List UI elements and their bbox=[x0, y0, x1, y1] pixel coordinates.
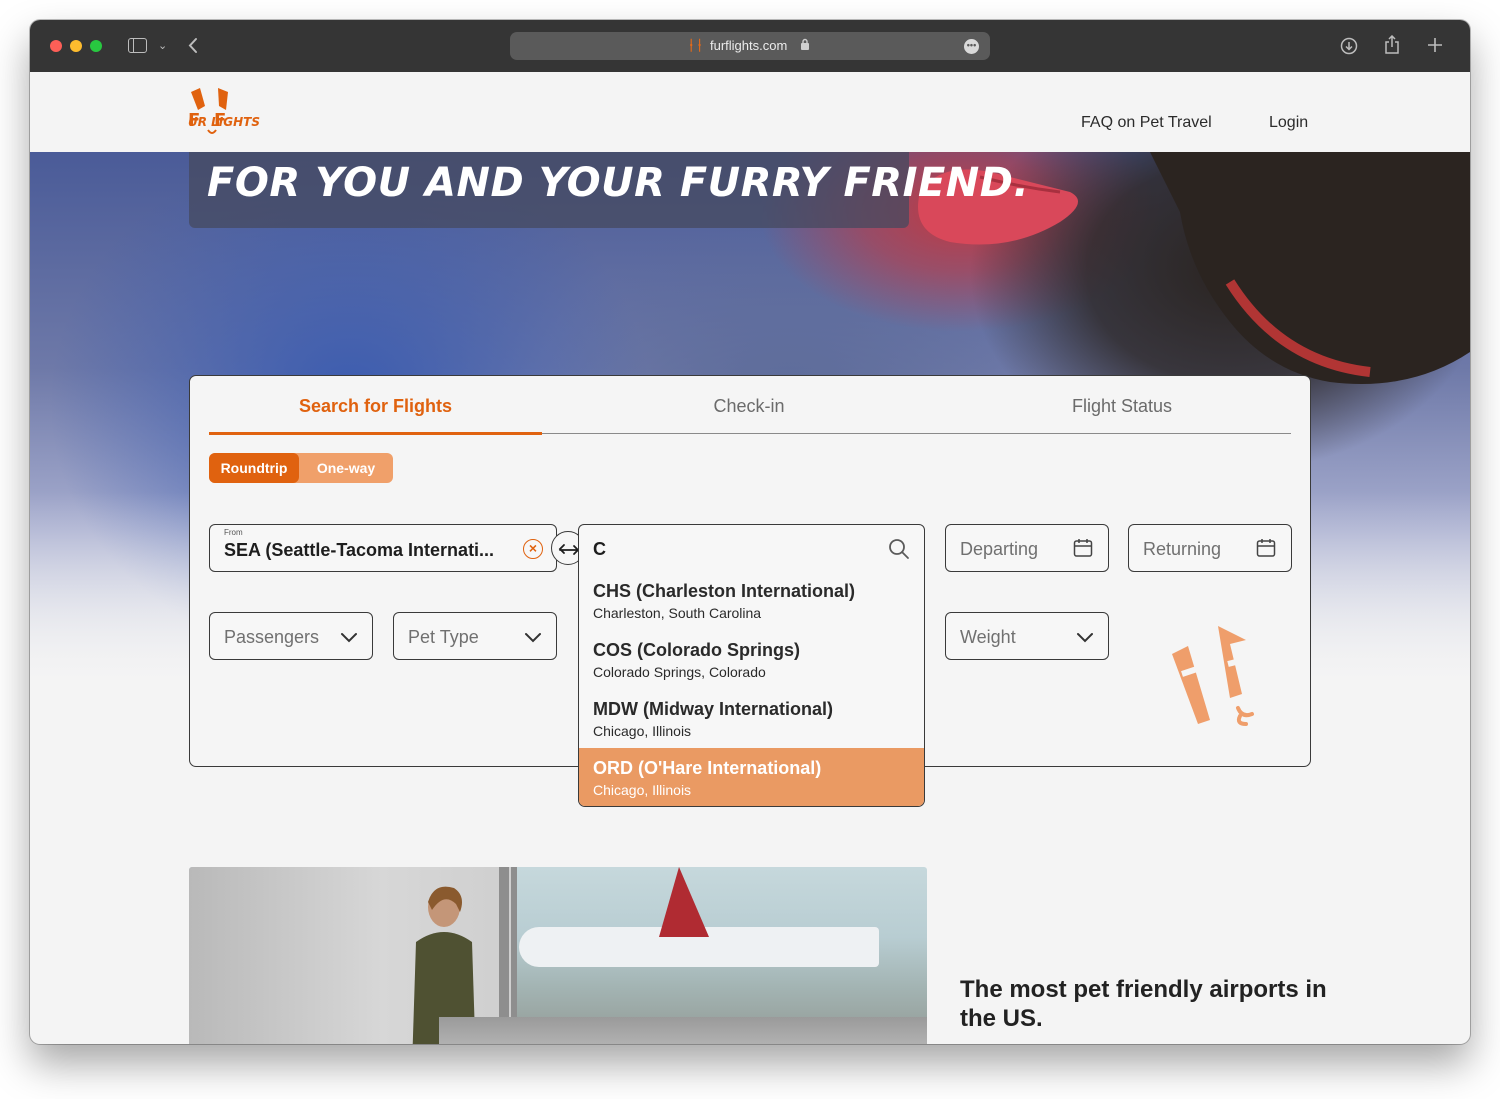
zoom-window-button[interactable] bbox=[90, 40, 102, 52]
tab-flight-status[interactable]: Flight Status bbox=[942, 396, 1302, 417]
chevron-down-icon bbox=[1077, 633, 1093, 643]
to-input-value: C bbox=[593, 539, 606, 559]
trip-type-toggle: Roundtrip One-way bbox=[209, 453, 393, 483]
tab-check-in[interactable]: Check-in bbox=[569, 396, 929, 417]
passengers-select[interactable]: Passengers bbox=[209, 612, 373, 660]
suggestion-city: Chicago, Illinois bbox=[593, 723, 692, 739]
one-way-option[interactable]: One-way bbox=[299, 453, 393, 483]
more-options-icon[interactable]: ••• bbox=[964, 39, 979, 54]
suggestion-item[interactable]: COS (Colorado Springs) Colorado Springs,… bbox=[579, 630, 924, 689]
browser-window: ⌄ ᚽᚽ furflights.com ••• UR LIGHTS F F FA… bbox=[30, 20, 1470, 1044]
suggestion-code: CHS (Charleston International) bbox=[593, 581, 856, 601]
airport-photo bbox=[189, 867, 927, 1044]
share-icon[interactable] bbox=[1384, 35, 1400, 55]
address-bar[interactable]: ᚽᚽ furflights.com ••• bbox=[510, 32, 990, 60]
suggestion-city: Chicago, Illinois bbox=[593, 782, 692, 798]
airport-suggestions-dropdown: CHS (Charleston International) Charlesto… bbox=[578, 571, 925, 807]
sidebar-toggle-icon[interactable] bbox=[128, 38, 147, 53]
weight-select[interactable]: Weight bbox=[945, 612, 1109, 660]
hero-banner: For you and your furry friend. bbox=[189, 152, 1029, 228]
search-tabs: Search for Flights Check-in Flight Statu… bbox=[209, 376, 1291, 435]
pet-type-select[interactable]: Pet Type bbox=[393, 612, 557, 660]
flight-search-card: Search for Flights Check-in Flight Statu… bbox=[189, 375, 1311, 807]
airplane-tail bbox=[659, 867, 709, 937]
minimize-window-button[interactable] bbox=[70, 40, 82, 52]
nav-faq-link[interactable]: FAQ on Pet Travel bbox=[1081, 114, 1212, 132]
url-text: furflights.com bbox=[710, 38, 788, 53]
departing-date-field[interactable]: Departing bbox=[945, 524, 1109, 572]
counter-shape bbox=[439, 1017, 927, 1044]
from-value: SEA (Seattle-Tacoma Internati... bbox=[224, 540, 495, 560]
suggestion-item[interactable]: CHS (Charleston International) Charlesto… bbox=[579, 571, 924, 630]
calendar-icon[interactable] bbox=[1256, 538, 1276, 558]
site-header: UR LIGHTS F F FAQ on Pet Travel Login bbox=[30, 72, 1470, 152]
site-favicon-icon: ᚽᚽ bbox=[687, 37, 704, 53]
chevron-down-icon bbox=[341, 633, 357, 643]
furflights-mascot-logo bbox=[1172, 626, 1254, 726]
back-arrow-icon[interactable] bbox=[188, 37, 198, 54]
weight-placeholder: Weight bbox=[960, 627, 1016, 647]
suggestion-code: ORD (O'Hare International) bbox=[593, 758, 822, 778]
hero-title: For you and your furry friend. bbox=[207, 160, 1030, 206]
to-airport-input[interactable]: C bbox=[578, 524, 925, 572]
chevron-down-icon[interactable]: ⌄ bbox=[158, 38, 167, 54]
pet-type-placeholder: Pet Type bbox=[408, 627, 479, 647]
new-tab-icon[interactable] bbox=[1428, 38, 1442, 52]
from-airport-field[interactable]: From SEA (Seattle-Tacoma Internati... × bbox=[209, 524, 557, 572]
lock-icon bbox=[801, 38, 809, 50]
returning-date-field[interactable]: Returning bbox=[1128, 524, 1292, 572]
departing-placeholder: Departing bbox=[960, 539, 1039, 559]
roundtrip-option[interactable]: Roundtrip bbox=[209, 453, 299, 483]
svg-text:F: F bbox=[214, 110, 226, 131]
furflights-logo[interactable]: UR LIGHTS F F bbox=[188, 86, 268, 138]
svg-text:F: F bbox=[188, 110, 200, 131]
chevron-down-icon bbox=[525, 633, 541, 643]
suggestion-city: Charleston, South Carolina bbox=[593, 605, 762, 621]
browser-toolbar: ⌄ ᚽᚽ furflights.com ••• bbox=[30, 20, 1470, 72]
suggestion-item-highlighted[interactable]: ORD (O'Hare International) Chicago, Illi… bbox=[579, 748, 924, 806]
suggestion-code: MDW (Midway International) bbox=[593, 699, 833, 719]
suggestion-item[interactable]: MDW (Midway International) Chicago, Illi… bbox=[579, 689, 924, 748]
returning-placeholder: Returning bbox=[1143, 539, 1222, 559]
tab-search-flights[interactable]: Search for Flights bbox=[209, 396, 542, 417]
close-window-button[interactable] bbox=[50, 40, 62, 52]
calendar-icon[interactable] bbox=[1073, 538, 1093, 558]
passengers-placeholder: Passengers bbox=[224, 627, 320, 647]
dog-illustration bbox=[1150, 152, 1470, 384]
feature-heading: The most pet friendly airports in the US… bbox=[960, 976, 1327, 1032]
suggestion-code: COS (Colorado Springs) bbox=[593, 640, 800, 660]
download-icon[interactable] bbox=[1340, 37, 1358, 55]
from-label: From bbox=[224, 528, 243, 537]
clear-icon[interactable]: × bbox=[523, 539, 543, 559]
suggestion-city: Colorado Springs, Colorado bbox=[593, 664, 766, 680]
active-tab-indicator bbox=[209, 432, 542, 435]
nav-login-link[interactable]: Login bbox=[1269, 114, 1308, 132]
search-icon[interactable] bbox=[888, 538, 910, 560]
